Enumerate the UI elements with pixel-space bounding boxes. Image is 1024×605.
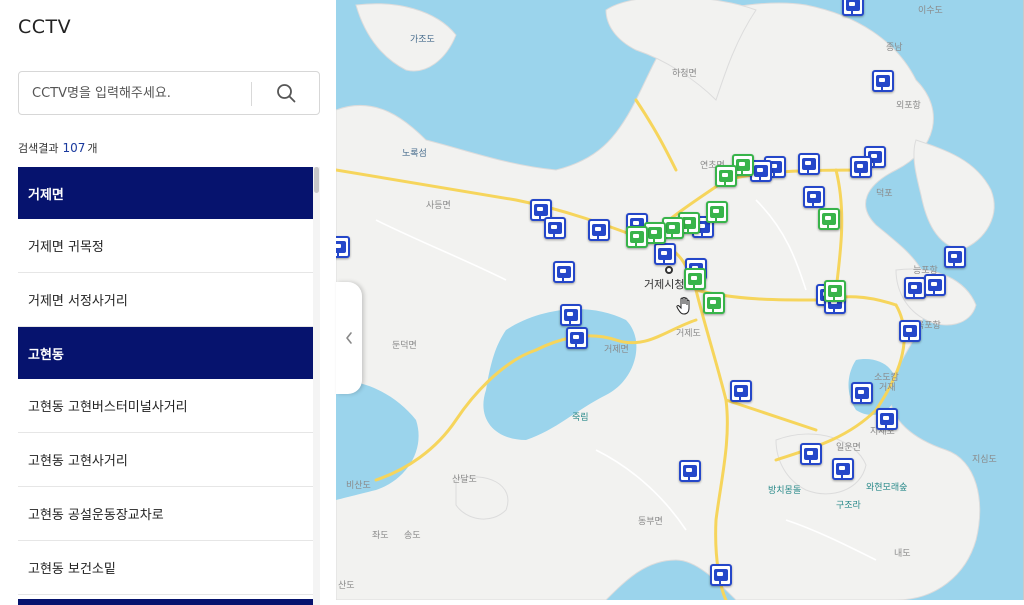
map-label-hacheongmyeon: 하청면 <box>672 69 697 79</box>
result-summary: 검색결과 107 개 <box>18 140 98 156</box>
chevron-left-icon <box>346 332 352 344</box>
list-item[interactable]: 고현동 보건소밑 <box>18 541 313 595</box>
map-label-wahyeon: 와현모래숲 <box>866 483 908 493</box>
cctv-marker-blue-icon[interactable] <box>872 70 894 92</box>
search-input[interactable] <box>20 73 250 113</box>
map-label-oepo: 외포항 <box>896 101 921 111</box>
map-label-sandaldo: 산달도 <box>452 475 477 485</box>
cctv-marker-blue-icon[interactable] <box>560 304 582 326</box>
list-scrollbar[interactable] <box>313 167 320 605</box>
cctv-marker-blue-icon[interactable] <box>553 261 575 283</box>
group-label: 거제면 <box>28 187 64 203</box>
cctv-marker-green-icon[interactable] <box>706 201 728 223</box>
map-view[interactable]: 가조도 이수도 하청면 종남 외포항 노록섬 연초면 덕포 사등면 거제시청 능… <box>336 0 1024 600</box>
map-label-isudo: 이수도 <box>918 6 943 16</box>
cctv-marker-blue-icon[interactable] <box>832 458 854 480</box>
cctv-marker-blue-icon[interactable] <box>336 236 350 258</box>
cctv-marker-blue-icon[interactable] <box>798 153 820 175</box>
list-item[interactable]: 고현동 공설운동장교차로 <box>18 487 313 541</box>
cctv-marker-blue-icon[interactable] <box>944 246 966 268</box>
cctv-marker-blue-icon[interactable] <box>654 243 676 265</box>
list-item[interactable]: 거제면 귀목정 <box>18 219 313 273</box>
cctv-marker-blue-icon[interactable] <box>588 219 610 241</box>
list-item[interactable]: 고현동 고현버스터미널사거리 <box>18 379 313 433</box>
group-label: 고현동 <box>28 347 64 363</box>
cctv-marker-green-icon[interactable] <box>818 208 840 230</box>
cctv-marker-blue-icon[interactable] <box>544 217 566 239</box>
hand-cursor-icon <box>676 297 690 315</box>
item-label: 고현동 고현사거리 <box>28 454 128 469</box>
cctv-marker-blue-icon[interactable] <box>924 274 946 296</box>
map-label-dundeokmyeon: 둔덕면 <box>392 341 417 351</box>
search-button[interactable] <box>253 73 319 113</box>
item-label: 고현동 보건소밑 <box>28 562 116 577</box>
cctv-marker-green-icon[interactable] <box>703 292 725 314</box>
search-box <box>18 71 320 115</box>
map-label-gajodo: 가조도 <box>410 35 435 45</box>
cctv-marker-blue-icon[interactable] <box>850 156 872 178</box>
map-label-jwado: 좌도 <box>372 531 389 541</box>
cctv-marker-green-icon[interactable] <box>684 268 706 290</box>
panel-collapse-button[interactable] <box>336 282 362 394</box>
cctv-marker-blue-icon[interactable] <box>851 382 873 404</box>
list-group-header[interactable]: 거제면 <box>18 167 313 219</box>
item-label: 거제면 귀목정 <box>28 240 104 255</box>
city-hall-icon <box>665 266 673 274</box>
list-group-header[interactable]: 고현동 <box>18 327 313 379</box>
cctv-marker-blue-icon[interactable] <box>566 327 588 349</box>
cctv-marker-blue-icon[interactable] <box>904 277 926 299</box>
map-label-songdo: 송도 <box>404 531 421 541</box>
map-label-gujora: 구조라 <box>836 501 861 511</box>
cctv-marker-blue-icon[interactable] <box>899 320 921 342</box>
list-next-group-edge <box>18 599 313 605</box>
cctv-marker-blue-icon[interactable] <box>842 0 864 16</box>
map-label-jongnam: 종남 <box>886 43 903 53</box>
map-label-deokpo: 덕포 <box>876 189 893 199</box>
cctv-marker-green-icon[interactable] <box>715 165 737 187</box>
cctv-marker-blue-icon[interactable] <box>800 443 822 465</box>
map-label-jisimdo: 지심도 <box>972 455 997 465</box>
map-label-jukrim: 죽림 <box>572 413 589 423</box>
map-label-geojae: 거재 <box>879 383 896 393</box>
item-label: 고현동 공설운동장교차로 <box>28 508 164 523</box>
result-label: 검색결과 <box>18 142 59 155</box>
cctv-panel: CCTV 검색결과107개 거제면 거제면 귀목정 거제면 서정사거리 고현동 … <box>0 0 336 605</box>
cctv-marker-blue-icon[interactable] <box>679 460 701 482</box>
map-label-irunmyeon: 일운면 <box>836 443 861 453</box>
map-label-sando: 산도 <box>338 581 355 591</box>
cctv-marker-blue-icon[interactable] <box>730 380 752 402</box>
cctv-marker-blue-icon[interactable] <box>876 408 898 430</box>
cctv-marker-blue-icon[interactable] <box>803 186 825 208</box>
cctv-marker-green-icon[interactable] <box>824 280 846 302</box>
map-label-bangchi: 방치몽돌 <box>768 486 802 496</box>
item-label: 고현동 고현버스터미널사거리 <box>28 400 188 415</box>
map-label-bisando: 비산도 <box>346 481 371 491</box>
search-divider <box>251 82 252 106</box>
map-label-geojesicheong: 거제시청 <box>644 278 685 291</box>
map-label-geojemyeon: 거제면 <box>604 345 629 355</box>
scrollbar-thumb[interactable] <box>314 167 319 193</box>
map-label-geojedo: 거제도 <box>676 329 701 339</box>
result-unit: 개 <box>87 142 98 155</box>
map-label-sadeungmyeon: 사등면 <box>426 201 451 211</box>
map-label-nokdo: 노록섬 <box>402 149 427 159</box>
cctv-marker-blue-icon[interactable] <box>710 564 732 586</box>
cctv-list: 거제면 거제면 귀목정 거제면 서정사거리 고현동 고현동 고현버스터미널사거리… <box>18 167 313 605</box>
search-icon <box>277 84 296 103</box>
item-label: 거제면 서정사거리 <box>28 294 128 309</box>
map-label-dongbumyeon: 동부면 <box>638 517 663 527</box>
page-title: CCTV <box>18 16 72 38</box>
map-label-naedo: 내도 <box>894 549 911 559</box>
list-item[interactable]: 고현동 고현사거리 <box>18 433 313 487</box>
result-count: 107 <box>62 141 86 155</box>
list-item[interactable]: 거제면 서정사거리 <box>18 273 313 327</box>
cctv-marker-green-icon[interactable] <box>626 226 648 248</box>
